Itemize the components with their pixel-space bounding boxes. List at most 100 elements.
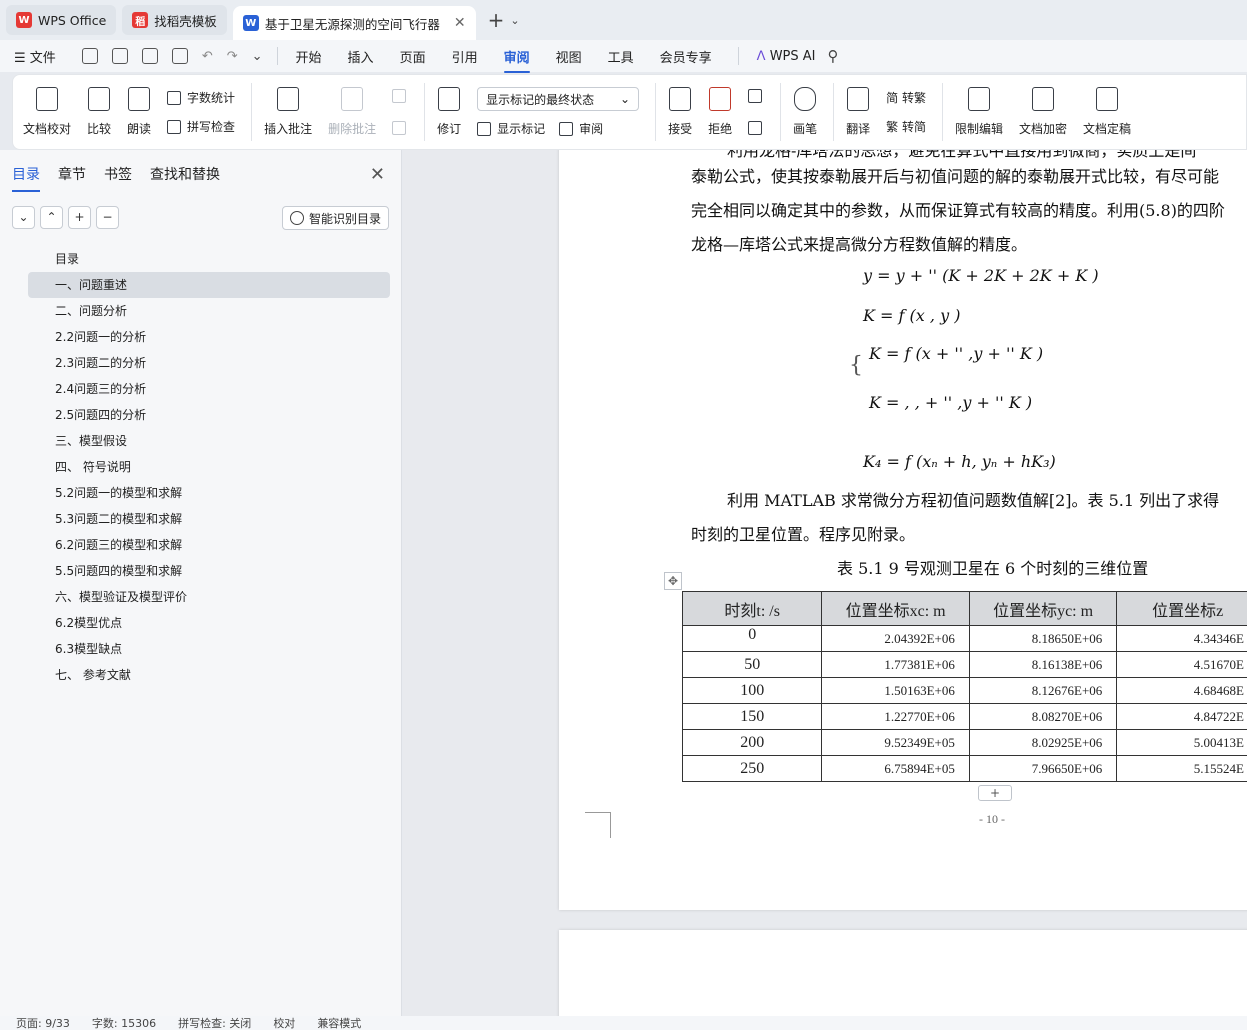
table-cell[interactable]: 8.18650E+06 xyxy=(968,625,1118,652)
table-cell[interactable]: 8.16138E+06 xyxy=(968,651,1118,678)
table-cell[interactable]: 100 xyxy=(681,677,823,704)
menu-member[interactable]: 会员专享 xyxy=(660,47,712,66)
table-cell[interactable]: 200 xyxy=(681,729,823,756)
revise-button[interactable]: 修订 xyxy=(437,87,461,137)
table-cell[interactable]: 8.02925E+06 xyxy=(968,729,1118,756)
toc-item[interactable]: 二、问题分析 xyxy=(28,298,390,324)
document-canvas[interactable]: 利用龙格-库塔法的思想，避免在算式中直接用到微商，实质上是间 泰勒公式，使其按泰… xyxy=(403,150,1247,1016)
print-preview-icon[interactable] xyxy=(171,48,188,64)
redo-icon[interactable]: ↷ xyxy=(227,49,238,64)
table-cell[interactable]: 1.77381E+06 xyxy=(821,651,970,678)
table-cell[interactable]: 8.08270E+06 xyxy=(968,703,1118,730)
search-icon[interactable]: ⚲ xyxy=(828,47,839,65)
table-cell[interactable]: 1.22770E+06 xyxy=(821,703,970,730)
tab-chapters[interactable]: 章节 xyxy=(58,164,86,184)
toc-item[interactable]: 6.2模型优点 xyxy=(28,610,390,636)
word-count-button[interactable]: 字数统计 xyxy=(167,89,235,106)
read-aloud-button[interactable]: 朗读 xyxy=(127,87,151,137)
next-comment-button[interactable] xyxy=(392,121,412,135)
table-row[interactable]: 100 1.50163E+06 8.12676E+06 4.68468E xyxy=(681,677,1247,704)
tab-find-replace[interactable]: 查找和替换 xyxy=(150,164,220,184)
table-cell[interactable]: 250 xyxy=(681,755,823,782)
toc-item[interactable]: 一、问题重述 xyxy=(28,272,390,298)
add-heading-button[interactable]: + xyxy=(68,205,91,229)
tab-bookmarks[interactable]: 书签 xyxy=(104,164,132,184)
compare-button[interactable]: 比较 xyxy=(87,87,111,137)
toc-item[interactable]: 6.3模型缺点 xyxy=(28,636,390,662)
table-cell[interactable]: 4.84722E xyxy=(1116,703,1247,730)
table-row[interactable]: 200 9.52349E+05 8.02925E+06 5.00413E xyxy=(681,729,1247,756)
menu-insert[interactable]: 插入 xyxy=(348,47,374,66)
table-cell[interactable]: 1.50163E+06 xyxy=(821,677,970,704)
table-cell[interactable]: 4.34346E xyxy=(1116,625,1247,652)
prev-change-button[interactable] xyxy=(748,89,768,103)
accept-button[interactable]: 接受 xyxy=(668,87,692,137)
undo-icon[interactable]: ↶ xyxy=(202,49,213,64)
toc-item[interactable]: 目录 xyxy=(28,246,390,272)
proofread-button[interactable]: 文档校对 xyxy=(23,87,71,137)
restrict-edit-button[interactable]: 限制编辑 xyxy=(955,87,1003,137)
table-move-handle[interactable]: ✥ xyxy=(664,572,682,590)
markup-state-select[interactable]: 显示标记的最终状态 ⌄ xyxy=(477,87,640,111)
toc-item[interactable]: 5.3问题二的模型和求解 xyxy=(28,506,390,532)
menu-review[interactable]: 审阅 xyxy=(503,47,530,73)
toc-item[interactable]: 六、模型验证及模型评价 xyxy=(28,584,390,610)
menu-view[interactable]: 视图 xyxy=(556,47,582,66)
to-simplified-button[interactable]: 繁 转简 xyxy=(886,118,926,135)
reject-button[interactable]: 拒绝 xyxy=(708,87,732,137)
toc-item[interactable]: 四、 符号说明 xyxy=(28,454,390,480)
save-icon[interactable] xyxy=(81,48,98,64)
toc-item[interactable]: 2.2问题一的分析 xyxy=(28,324,390,350)
remove-heading-button[interactable]: − xyxy=(96,205,119,229)
table-cell[interactable]: 2.04392E+06 xyxy=(821,625,970,652)
export-icon[interactable] xyxy=(111,48,128,64)
table-row[interactable]: 150 1.22770E+06 8.08270E+06 4.84722E xyxy=(681,703,1247,730)
word-count-indicator[interactable]: 字数: 15306 xyxy=(92,1016,156,1030)
prev-comment-button[interactable] xyxy=(392,89,412,103)
new-tab-icon[interactable]: + xyxy=(488,8,505,32)
pen-button[interactable]: 画笔 xyxy=(793,87,817,137)
smart-toc-button[interactable]: 智能识别目录 xyxy=(281,206,389,230)
toc-item[interactable]: 七、 参考文献 xyxy=(28,662,390,688)
table-cell[interactable]: 5.00413E xyxy=(1116,729,1247,756)
more-chevron-icon[interactable]: ⌄ xyxy=(252,49,263,64)
table-cell[interactable]: 7.96650E+06 xyxy=(968,755,1118,782)
toc-item[interactable]: 三、模型假设 xyxy=(28,428,390,454)
translate-button[interactable]: 翻译 xyxy=(846,87,870,137)
tab-toc[interactable]: 目录 xyxy=(12,164,40,192)
proof-indicator[interactable]: 校对 xyxy=(273,1016,295,1030)
print-icon[interactable] xyxy=(141,48,158,64)
tab-document[interactable]: W 基于卫星无源探测的空间飞行器 ✕ xyxy=(232,6,476,40)
table-cell[interactable]: 0 xyxy=(681,625,823,652)
delete-comment-button[interactable]: 删除批注 xyxy=(328,87,376,137)
page-indicator[interactable]: 页面: 9/33 xyxy=(16,1016,70,1030)
review-pane-button[interactable]: 审阅 xyxy=(559,120,603,137)
spell-check-button[interactable]: 拼写检查 xyxy=(167,118,235,135)
menu-reference[interactable]: 引用 xyxy=(452,47,478,66)
table-cell[interactable]: 5.15524E xyxy=(1116,755,1247,782)
table-cell[interactable]: 50 xyxy=(681,651,823,678)
show-markup-button[interactable]: 显示标记 xyxy=(477,120,545,137)
toc-item[interactable]: 6.2问题三的模型和求解 xyxy=(28,532,390,558)
tab-wps-office[interactable]: W WPS Office xyxy=(6,5,117,35)
expand-down-button[interactable]: ⌄ xyxy=(12,205,35,229)
table-cell[interactable]: 8.12676E+06 xyxy=(968,677,1118,704)
table-cell[interactable]: 150 xyxy=(681,703,823,730)
table-cell[interactable]: 9.52349E+05 xyxy=(821,729,970,756)
menu-home[interactable]: 开始 xyxy=(296,47,322,66)
table-row[interactable]: 50 1.77381E+06 8.16138E+06 4.51670E xyxy=(681,651,1247,678)
file-menu[interactable]: ☰ 文件 xyxy=(14,47,56,66)
toc-item[interactable]: 2.4问题三的分析 xyxy=(28,376,390,402)
satellite-position-table[interactable]: 时刻t: /s 位置坐标xc: m 位置坐标yc: m 位置坐标z 0 2.043… xyxy=(681,591,1247,782)
spell-check-indicator[interactable]: 拼写检查: 关闭 xyxy=(178,1016,251,1030)
finalize-button[interactable]: 文档定稿 xyxy=(1083,87,1131,137)
to-traditional-button[interactable]: 简 转繁 xyxy=(886,89,926,106)
close-icon[interactable]: ✕ xyxy=(454,15,466,31)
toc-item[interactable]: 2.5问题四的分析 xyxy=(28,402,390,428)
encrypt-button[interactable]: 文档加密 xyxy=(1019,87,1067,137)
menu-tools[interactable]: 工具 xyxy=(608,47,634,66)
wps-ai-button[interactable]: ᐱ WPS AI xyxy=(757,49,816,64)
table-row[interactable]: 0 2.04392E+06 8.18650E+06 4.34346E xyxy=(681,625,1247,652)
table-row[interactable]: 250 6.75894E+05 7.96650E+06 5.15524E xyxy=(681,755,1247,782)
close-icon[interactable]: ✕ xyxy=(370,164,385,185)
